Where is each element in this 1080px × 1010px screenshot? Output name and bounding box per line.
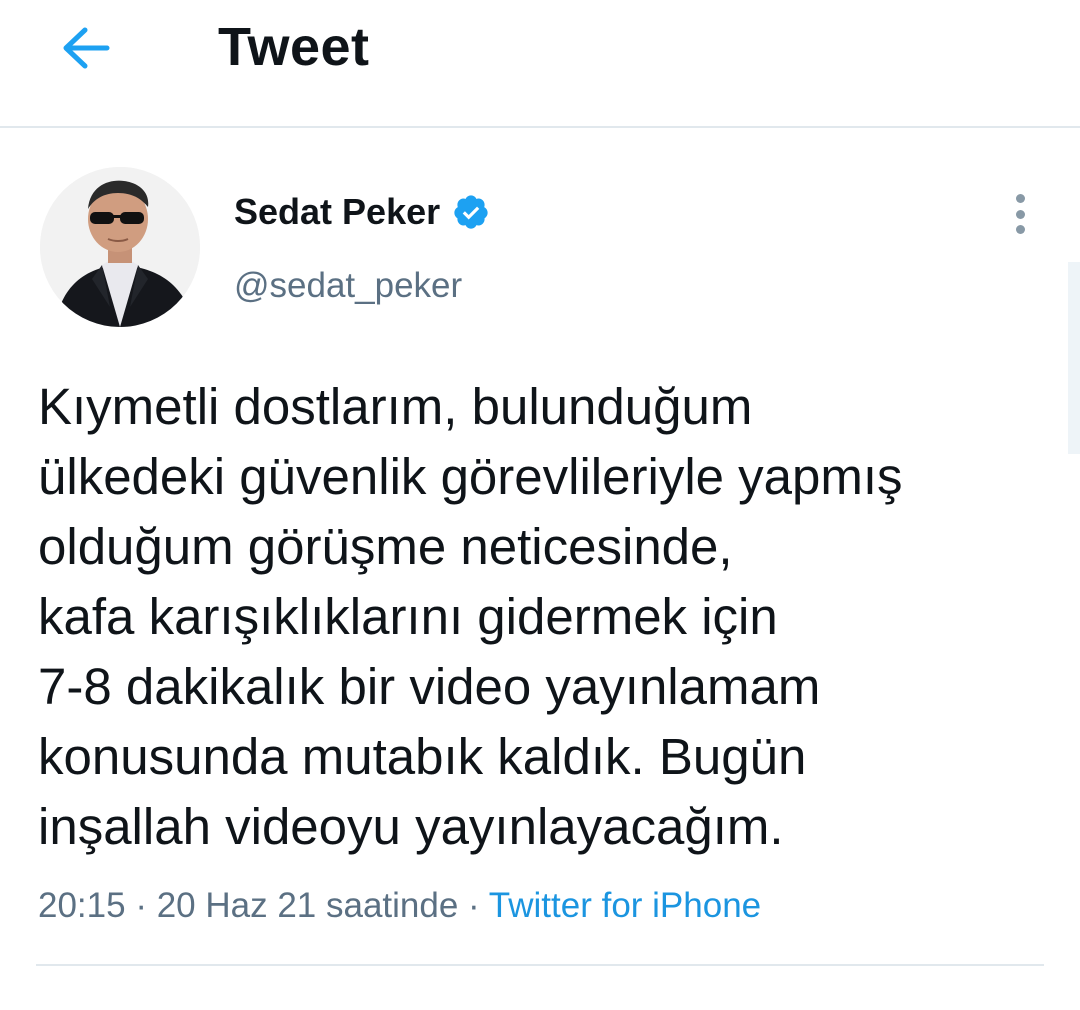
author-name-row[interactable]: Sedat Peker <box>234 188 490 236</box>
page-title: Tweet <box>218 17 370 77</box>
tweet-text-line: Kıymetli dostlarım, bulunduğum <box>38 378 753 435</box>
tweet-text-line: 7-8 dakikalık bir video yayınlamam <box>38 658 821 715</box>
avatar[interactable] <box>40 167 200 327</box>
meta-separator: · <box>125 886 157 925</box>
back-button[interactable] <box>50 18 122 78</box>
tweet-text: Kıymetli dostlarım, bulunduğum ülkedeki … <box>38 372 1038 862</box>
tweet-date[interactable]: 20 Haz 21 saatinde <box>157 886 459 925</box>
avatar-photo <box>40 167 200 327</box>
author-handle[interactable]: @sedat_peker <box>234 262 462 310</box>
author-display-name[interactable]: Sedat Peker <box>234 188 440 236</box>
arrow-left-icon <box>63 27 110 69</box>
tweet-text-line: konusunda mutabık kaldık. Bugün <box>38 728 807 785</box>
tweet-meta: 20:15 · 20 Haz 21 saatinde · Twitter for… <box>38 883 761 929</box>
more-vertical-icon <box>1015 194 1025 203</box>
tweet-time[interactable]: 20:15 <box>38 886 126 925</box>
more-options-button[interactable] <box>998 190 1042 238</box>
top-bar: Tweet <box>0 0 1080 128</box>
tweet-text-line: ülkedeki güvenlik görevlileriyle yapmış <box>38 448 903 505</box>
more-dot <box>1015 225 1025 234</box>
meta-separator: · <box>458 886 489 925</box>
tweet-text-line: olduğum görüşme neticesinde, <box>38 518 733 575</box>
verified-badge-icon <box>452 193 490 231</box>
tweet-source-link[interactable]: Twitter for iPhone <box>489 886 761 925</box>
tweet-text-line: inşallah videoyu yayınlayacağım. <box>38 798 784 855</box>
more-dot <box>1015 209 1025 219</box>
divider <box>36 964 1044 966</box>
tweet-text-line: kafa karışıklıklarını gidermek için <box>38 588 778 645</box>
scrollbar[interactable] <box>1068 262 1080 454</box>
